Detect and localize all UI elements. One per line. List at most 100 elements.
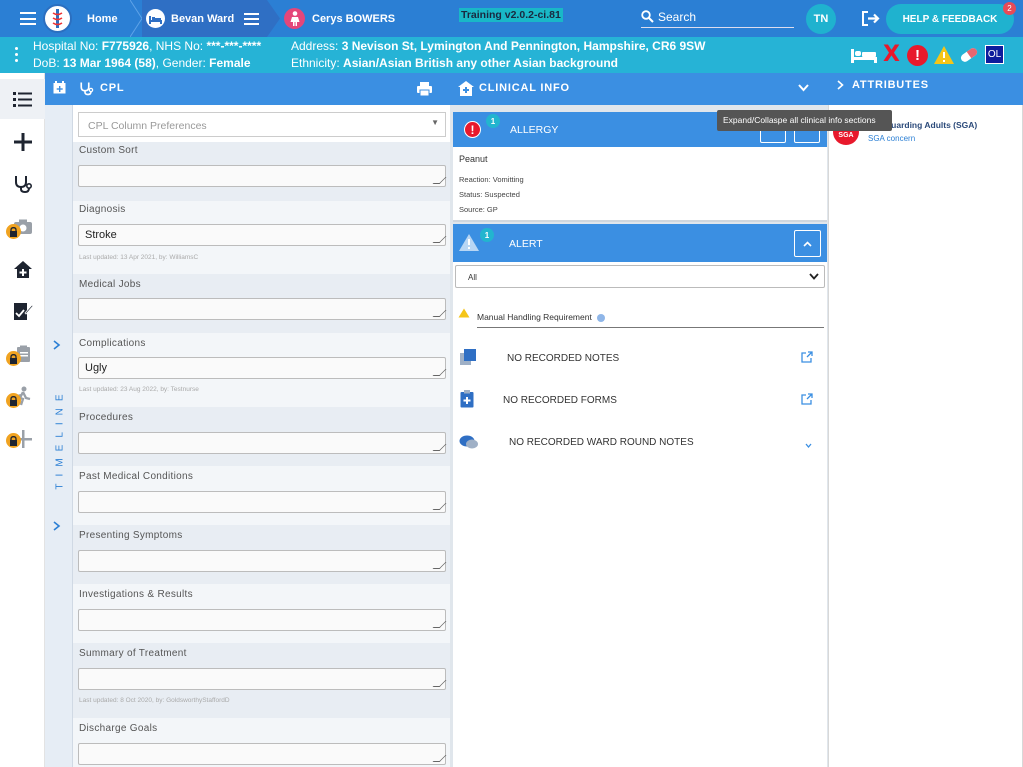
- info-icon[interactable]: [597, 313, 606, 322]
- investigations-results-field[interactable]: [78, 609, 447, 631]
- breadcrumb-separator-icon: [267, 0, 280, 37]
- allergy-count: 1: [490, 116, 496, 126]
- clinical-info-header: CLINICAL INFO: [450, 73, 828, 105]
- warning-icon[interactable]: [933, 45, 955, 65]
- field-updated: Last updated: 8 Oct 2020, by: Goldsworth…: [79, 697, 230, 704]
- field-value: Ugly: [85, 362, 108, 374]
- logout-icon[interactable]: [861, 10, 881, 27]
- alert-body: All Manual Handling Requirement NO RECOR…: [453, 262, 827, 767]
- sidebar-mobility-button[interactable]: [0, 376, 45, 416]
- external-link-icon[interactable]: [801, 393, 813, 405]
- patient-address: Address: 3 Nevison St, Lymington And Pen…: [291, 39, 706, 53]
- danger-icon[interactable]: !: [907, 45, 928, 66]
- bed-icon[interactable]: [851, 47, 877, 63]
- cpl-section: Procedures: [73, 407, 450, 466]
- summary-of-treatment-field[interactable]: [78, 668, 447, 690]
- field-label: Custom Sort: [79, 145, 138, 156]
- chevron-down-icon[interactable]: [805, 443, 812, 448]
- allergy-details: Peanut Reaction: Vomitting Status: Suspe…: [453, 147, 827, 222]
- alert-collapse-button[interactable]: [794, 230, 821, 257]
- chevron-down-icon[interactable]: [798, 84, 809, 92]
- past-medical-conditions-field[interactable]: [78, 491, 447, 513]
- training-version-label: Training v2.0.2-ci.81: [459, 8, 563, 22]
- home-label: Home: [87, 12, 118, 25]
- external-link-icon[interactable]: [801, 351, 813, 363]
- search-box[interactable]: Search: [641, 6, 794, 28]
- ol-badge[interactable]: OL: [985, 45, 1004, 64]
- alert-item[interactable]: Manual Handling Requirement: [477, 307, 824, 328]
- clinical-info-panel: ! 1 ALLERGY Expand/Collaspe all clinical…: [450, 105, 828, 767]
- search-icon: [641, 10, 654, 23]
- custom-sort-field[interactable]: [78, 165, 447, 187]
- menu-icon[interactable]: [20, 12, 36, 25]
- discharge-goals-field[interactable]: [78, 743, 447, 765]
- chevron-right-icon: [837, 80, 844, 90]
- field-value: Stroke: [85, 229, 117, 241]
- chevron-right-icon[interactable]: [53, 521, 61, 531]
- field-label: Diagnosis: [79, 204, 126, 215]
- print-icon[interactable]: [417, 82, 432, 96]
- field-label: Investigations & Results: [79, 589, 193, 600]
- sidebar-list-button[interactable]: [0, 79, 45, 119]
- medical-jobs-field[interactable]: [78, 298, 447, 320]
- breadcrumb-patient[interactable]: Cerys BOWERS: [280, 0, 405, 37]
- lock-icon: [6, 393, 21, 408]
- sidebar-add-button[interactable]: [0, 122, 45, 162]
- attributes-header[interactable]: ATTRIBUTES: [828, 73, 1023, 105]
- cpl-section: Presenting Symptoms: [73, 525, 450, 584]
- cpl-section: Investigations & Results: [73, 584, 450, 643]
- calendar-add-icon[interactable]: [53, 81, 66, 94]
- alert-filter-select[interactable]: All: [455, 265, 825, 288]
- cpl-title: CPL: [100, 82, 125, 94]
- lock-icon: [6, 224, 21, 239]
- user-avatar[interactable]: TN: [806, 4, 836, 34]
- ward-bed-icon: [146, 9, 165, 28]
- cpl-section: Past Medical Conditions: [73, 466, 450, 525]
- no-forms-label: NO RECORDED FORMS: [503, 395, 617, 406]
- lock-icon: [6, 351, 21, 366]
- patient-banner-menu-icon[interactable]: [15, 47, 18, 62]
- top-bar: Home Bevan Ward Cerys BOWERS Training v2…: [0, 0, 1023, 37]
- no-notes-label: NO RECORDED NOTES: [507, 353, 620, 364]
- sga-badge-label: SGA: [838, 132, 854, 139]
- timeline-strip[interactable]: TIMELINE: [45, 105, 73, 767]
- cpl-section: Summary of Treatment Last updated: 8 Oct…: [73, 643, 450, 718]
- app-logo-icon[interactable]: [43, 4, 72, 33]
- notes-icon: [460, 349, 476, 365]
- help-feedback-button[interactable]: HELP & FEEDBACK: [886, 4, 1014, 34]
- breadcrumb-ward[interactable]: Bevan Ward: [142, 0, 267, 37]
- cpl-header: CPL: [45, 73, 450, 105]
- sidebar-notes-button[interactable]: [0, 334, 45, 374]
- nhs-no-label: NHS No:: [155, 39, 204, 53]
- procedures-field[interactable]: [78, 432, 447, 454]
- user-initials: TN: [813, 13, 829, 25]
- sidebar-clinical-button[interactable]: [0, 164, 45, 204]
- help-count: 2: [1007, 4, 1012, 13]
- cpl-section: Diagnosis Stroke Last updated: 13 Apr 20…: [73, 201, 450, 274]
- complications-field[interactable]: Ugly: [78, 357, 447, 379]
- timeline-label: TIMELINE: [54, 387, 66, 490]
- field-label: Presenting Symptoms: [79, 530, 183, 541]
- diagnosis-field[interactable]: Stroke: [78, 224, 447, 246]
- cpl-section: Custom Sort: [73, 142, 450, 201]
- sidebar-extra-button[interactable]: [0, 419, 45, 459]
- field-updated: Last updated: 13 Apr 2021, by: WilliamsC: [79, 254, 199, 261]
- chevron-right-icon[interactable]: [53, 340, 61, 350]
- alert-count-badge: 1: [480, 228, 494, 242]
- ward-menu-icon[interactable]: [244, 12, 260, 25]
- sidebar-home-button[interactable]: [0, 249, 45, 289]
- patient-name: Cerys BOWERS: [312, 12, 396, 25]
- cpl-column-preferences-select[interactable]: CPL Column Preferences ▼: [78, 112, 446, 137]
- help-count-badge: 2: [1003, 2, 1016, 15]
- breadcrumb-home[interactable]: Home: [74, 0, 134, 37]
- sidebar-camera-button[interactable]: [0, 207, 45, 247]
- medication-icon[interactable]: [958, 46, 980, 64]
- presenting-symptoms-field[interactable]: [78, 550, 447, 572]
- sidebar-forms-button[interactable]: [0, 291, 45, 331]
- alert-item-warning-icon: [458, 308, 470, 318]
- alert-header[interactable]: 1 ALERT: [453, 224, 827, 262]
- cross-icon[interactable]: X: [883, 42, 900, 68]
- address-label: Address:: [291, 39, 339, 53]
- gender: Female: [209, 56, 251, 70]
- clinical-info-title: CLINICAL INFO: [479, 82, 570, 94]
